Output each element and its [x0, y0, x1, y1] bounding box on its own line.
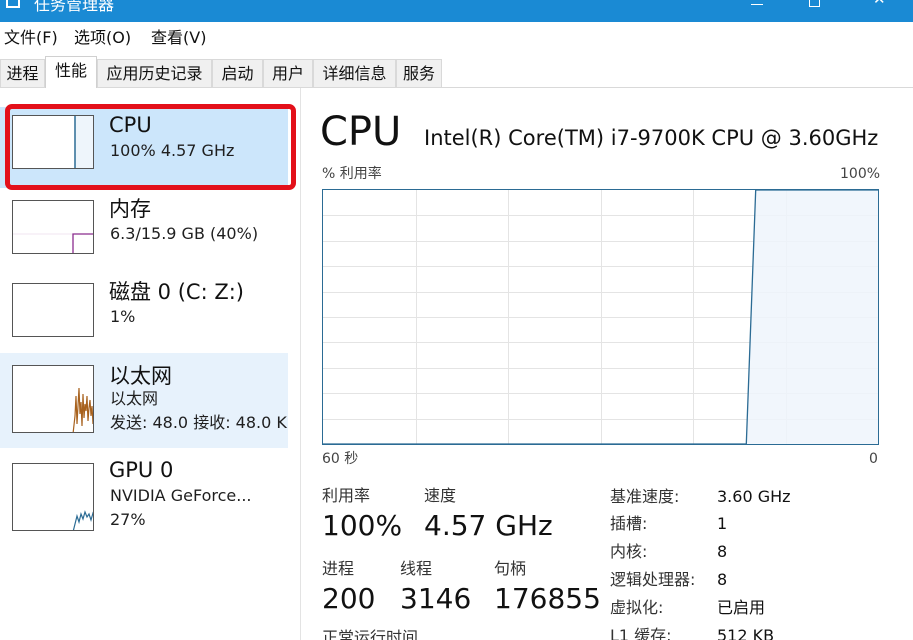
maximize-icon — [809, 0, 820, 7]
handles-value: 176855 — [494, 582, 601, 615]
util-axis-label: % 利用率 — [322, 166, 382, 182]
processes-label: 进程 — [322, 559, 355, 578]
minimize-icon — [751, 4, 763, 5]
cpu-utilization-graph — [322, 189, 879, 445]
resource-item-memory[interactable]: 内存 6.3/15.9 GB (40%) — [0, 190, 288, 271]
resource-name: 内存 — [109, 197, 151, 221]
tab-app-history[interactable]: 应用历史记录 — [97, 59, 212, 87]
minimize-button[interactable] — [735, 0, 781, 16]
resource-name: CPU — [109, 113, 152, 137]
resource-name: 磁盘 0 (C: Z:) — [109, 280, 244, 304]
close-icon: ✕ — [873, 0, 886, 7]
spec-virtualization-label: 虚拟化: — [610, 598, 664, 617]
tab-users[interactable]: 用户 — [263, 59, 313, 87]
resource-item-gpu[interactable]: GPU 0 NVIDIA GeForce... 27% — [0, 451, 288, 541]
maximize-button[interactable] — [793, 0, 839, 16]
resource-detail-throughput: 发送: 48.0 接收: 48.0 K — [110, 413, 287, 432]
resource-item-disk[interactable]: 磁盘 0 (C: Z:) 1% — [0, 273, 288, 354]
resource-detail: 6.3/15.9 GB (40%) — [110, 224, 259, 243]
resource-item-ethernet[interactable]: 以太网 以太网 发送: 48.0 接收: 48.0 K — [0, 353, 288, 448]
resource-name: 以太网 — [109, 364, 172, 388]
spec-base-speed-value: 3.60 GHz — [717, 487, 791, 506]
window-title: 任务管理器 — [34, 0, 115, 14]
ethernet-thumbnail-graph — [12, 365, 94, 433]
spec-sockets-label: 插槽: — [610, 514, 648, 533]
title-bar[interactable]: 任务管理器 ✕ — [0, 0, 913, 22]
spec-virtualization-value: 已启用 — [717, 598, 766, 617]
task-manager-app-icon — [6, 0, 20, 8]
tab-processes[interactable]: 进程 — [0, 59, 45, 87]
speed-value: 4.57 GHz — [424, 509, 553, 542]
spec-l1-cache-value: 512 KB — [717, 626, 775, 640]
cpu-thumbnail-graph — [12, 115, 94, 169]
time-axis-left: 60 秒 — [322, 451, 359, 467]
time-axis-right: 0 — [869, 451, 878, 467]
menu-bar: 文件(F) 选项(O) 查看(V) — [0, 24, 913, 52]
spec-base-speed-label: 基准速度: — [610, 487, 680, 506]
tab-performance[interactable]: 性能 — [45, 56, 97, 88]
pane-divider[interactable] — [300, 88, 301, 640]
util-axis-max: 100% — [840, 166, 881, 182]
spec-sockets-value: 1 — [717, 514, 728, 533]
menu-file[interactable]: 文件(F) — [2, 27, 60, 49]
spec-cores-value: 8 — [717, 542, 728, 561]
task-manager-window: 任务管理器 ✕ 文件(F) 选项(O) 查看(V) 进程 性能 应用历史记录 启… — [0, 0, 913, 640]
threads-value: 3146 — [400, 582, 472, 615]
spec-logical-label: 逻辑处理器: — [610, 570, 696, 589]
tab-details[interactable]: 详细信息 — [313, 59, 396, 87]
spec-l1-cache-label: L1 缓存: — [610, 626, 672, 640]
gpu-thumbnail-graph — [12, 463, 94, 531]
detail-title: CPU — [320, 109, 402, 155]
menu-options[interactable]: 选项(O) — [72, 27, 133, 49]
threads-label: 线程 — [400, 559, 433, 578]
resource-detail: NVIDIA GeForce... — [110, 486, 252, 505]
cpu-model-name: Intel(R) Core(TM) i7-9700K CPU @ 3.60GHz — [424, 126, 879, 150]
resource-detail: 100% 4.57 GHz — [110, 141, 235, 160]
resource-detail-util: 27% — [110, 510, 146, 529]
processes-value: 200 — [322, 582, 376, 615]
resource-name: GPU 0 — [109, 458, 174, 482]
tab-services[interactable]: 服务 — [396, 59, 442, 87]
menu-view[interactable]: 查看(V) — [149, 27, 208, 49]
speed-label: 速度 — [424, 486, 457, 505]
util-label: 利用率 — [322, 486, 371, 505]
resource-item-cpu[interactable]: CPU 100% 4.57 GHz — [0, 107, 288, 188]
util-value: 100% — [322, 509, 403, 542]
resource-detail: 1% — [110, 307, 136, 326]
uptime-label: 正常运行时间 — [322, 628, 419, 640]
tab-strip: 进程 性能 应用历史记录 启动 用户 详细信息 服务 — [0, 56, 913, 88]
memory-thumbnail-graph — [12, 200, 94, 254]
resource-detail: 以太网 — [110, 389, 159, 408]
spec-cores-label: 内核: — [610, 542, 648, 561]
disk-thumbnail-graph — [12, 283, 94, 337]
close-button[interactable]: ✕ — [857, 0, 903, 16]
tab-startup[interactable]: 启动 — [212, 59, 263, 87]
handles-label: 句柄 — [494, 559, 527, 578]
spec-logical-value: 8 — [717, 570, 728, 589]
